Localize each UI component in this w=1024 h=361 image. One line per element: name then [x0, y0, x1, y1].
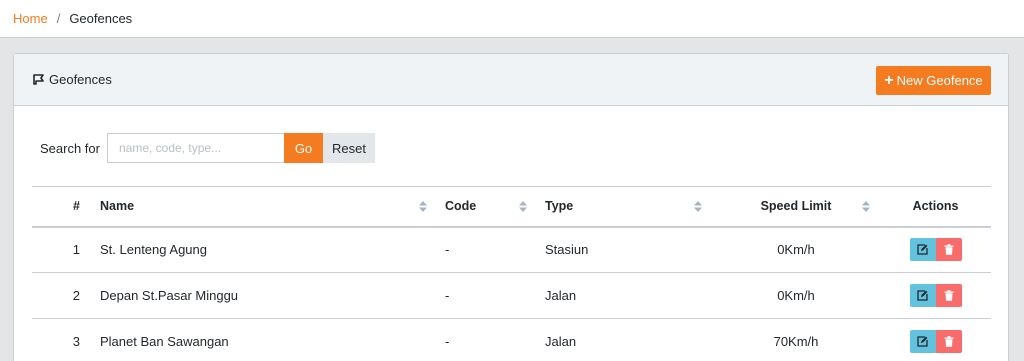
row-num: 2: [32, 272, 92, 319]
table-row: 2 Depan St.Pasar Minggu - Jalan 0Km/h: [32, 272, 991, 319]
col-header-code[interactable]: Code: [437, 186, 537, 228]
edit-icon: [917, 244, 928, 255]
col-header-name[interactable]: Name: [92, 186, 437, 228]
geofences-table: # Name Code Type Speed Limit Actions 1 S…: [32, 186, 991, 361]
search-bar: Search for Go Reset: [40, 133, 375, 163]
breadcrumb-separator: /: [56, 11, 61, 26]
row-num: 1: [32, 226, 92, 273]
trash-icon: [944, 244, 953, 256]
sort-icon[interactable]: [419, 201, 427, 212]
row-code: -: [437, 318, 537, 361]
row-actions: [880, 318, 991, 361]
col-header-type-label: Type: [545, 199, 574, 214]
row-code: -: [437, 226, 537, 273]
breadcrumb: Home / Geofences: [13, 11, 132, 26]
edit-button[interactable]: [909, 330, 936, 353]
reset-button[interactable]: Reset: [322, 133, 375, 163]
new-geofence-button[interactable]: + New Geofence: [876, 66, 991, 95]
col-header-num: #: [32, 186, 92, 228]
edit-button[interactable]: [909, 238, 936, 262]
row-type: Jalan: [537, 318, 712, 361]
edit-icon: [917, 290, 928, 301]
delete-button[interactable]: [935, 330, 962, 353]
col-header-speed[interactable]: Speed Limit: [712, 186, 880, 228]
row-actions: [880, 226, 991, 273]
trash-icon: [944, 290, 953, 301]
row-type: Stasiun: [537, 226, 712, 273]
row-code: -: [437, 272, 537, 319]
card-title-text: Geofences: [49, 72, 112, 87]
table-row: 1 St. Lenteng Agung - Stasiun 0Km/h: [32, 226, 991, 273]
col-header-code-label: Code: [445, 199, 477, 214]
breadcrumb-home-link[interactable]: Home: [13, 11, 48, 26]
go-button[interactable]: Go: [283, 133, 323, 163]
row-name: Depan St.Pasar Minggu: [92, 272, 437, 319]
sort-icon[interactable]: [694, 201, 702, 212]
trash-icon: [944, 336, 953, 347]
card-header: Geofences + New Geofence: [14, 54, 1008, 106]
breadcrumb-current: Geofences: [69, 11, 133, 26]
sort-icon[interactable]: [862, 201, 870, 212]
col-header-actions: Actions: [880, 186, 991, 228]
search-label: Search for: [40, 140, 100, 156]
row-num: 3: [32, 318, 92, 361]
edit-icon: [917, 336, 928, 347]
row-speed-limit: 70Km/h: [712, 318, 880, 361]
row-name: Planet Ban Sawangan: [92, 318, 437, 361]
row-actions: [880, 272, 991, 319]
row-name: St. Lenteng Agung: [92, 226, 437, 273]
edit-button[interactable]: [909, 284, 936, 307]
card-title: Geofences: [33, 72, 112, 87]
geofences-card: Geofences + New Geofence Search for Go R…: [13, 53, 1009, 361]
row-speed-limit: 0Km/h: [712, 226, 880, 273]
plus-icon: +: [884, 71, 894, 89]
new-geofence-label: New Geofence: [896, 73, 983, 88]
table-row: 3 Planet Ban Sawangan - Jalan 70Km/h: [32, 318, 991, 361]
col-header-type[interactable]: Type: [537, 186, 712, 228]
search-input[interactable]: [106, 133, 284, 163]
delete-button[interactable]: [935, 284, 962, 307]
sort-icon[interactable]: [519, 201, 527, 212]
row-speed-limit: 0Km/h: [712, 272, 880, 319]
row-type: Jalan: [537, 272, 712, 319]
top-bar: Home / Geofences: [0, 0, 1024, 38]
map-marker-icon: [33, 74, 44, 85]
col-header-name-label: Name: [100, 199, 135, 214]
table-header-row: # Name Code Type Speed Limit Actions: [32, 186, 991, 228]
delete-button[interactable]: [935, 238, 962, 262]
col-header-speed-label: Speed Limit: [760, 199, 832, 214]
